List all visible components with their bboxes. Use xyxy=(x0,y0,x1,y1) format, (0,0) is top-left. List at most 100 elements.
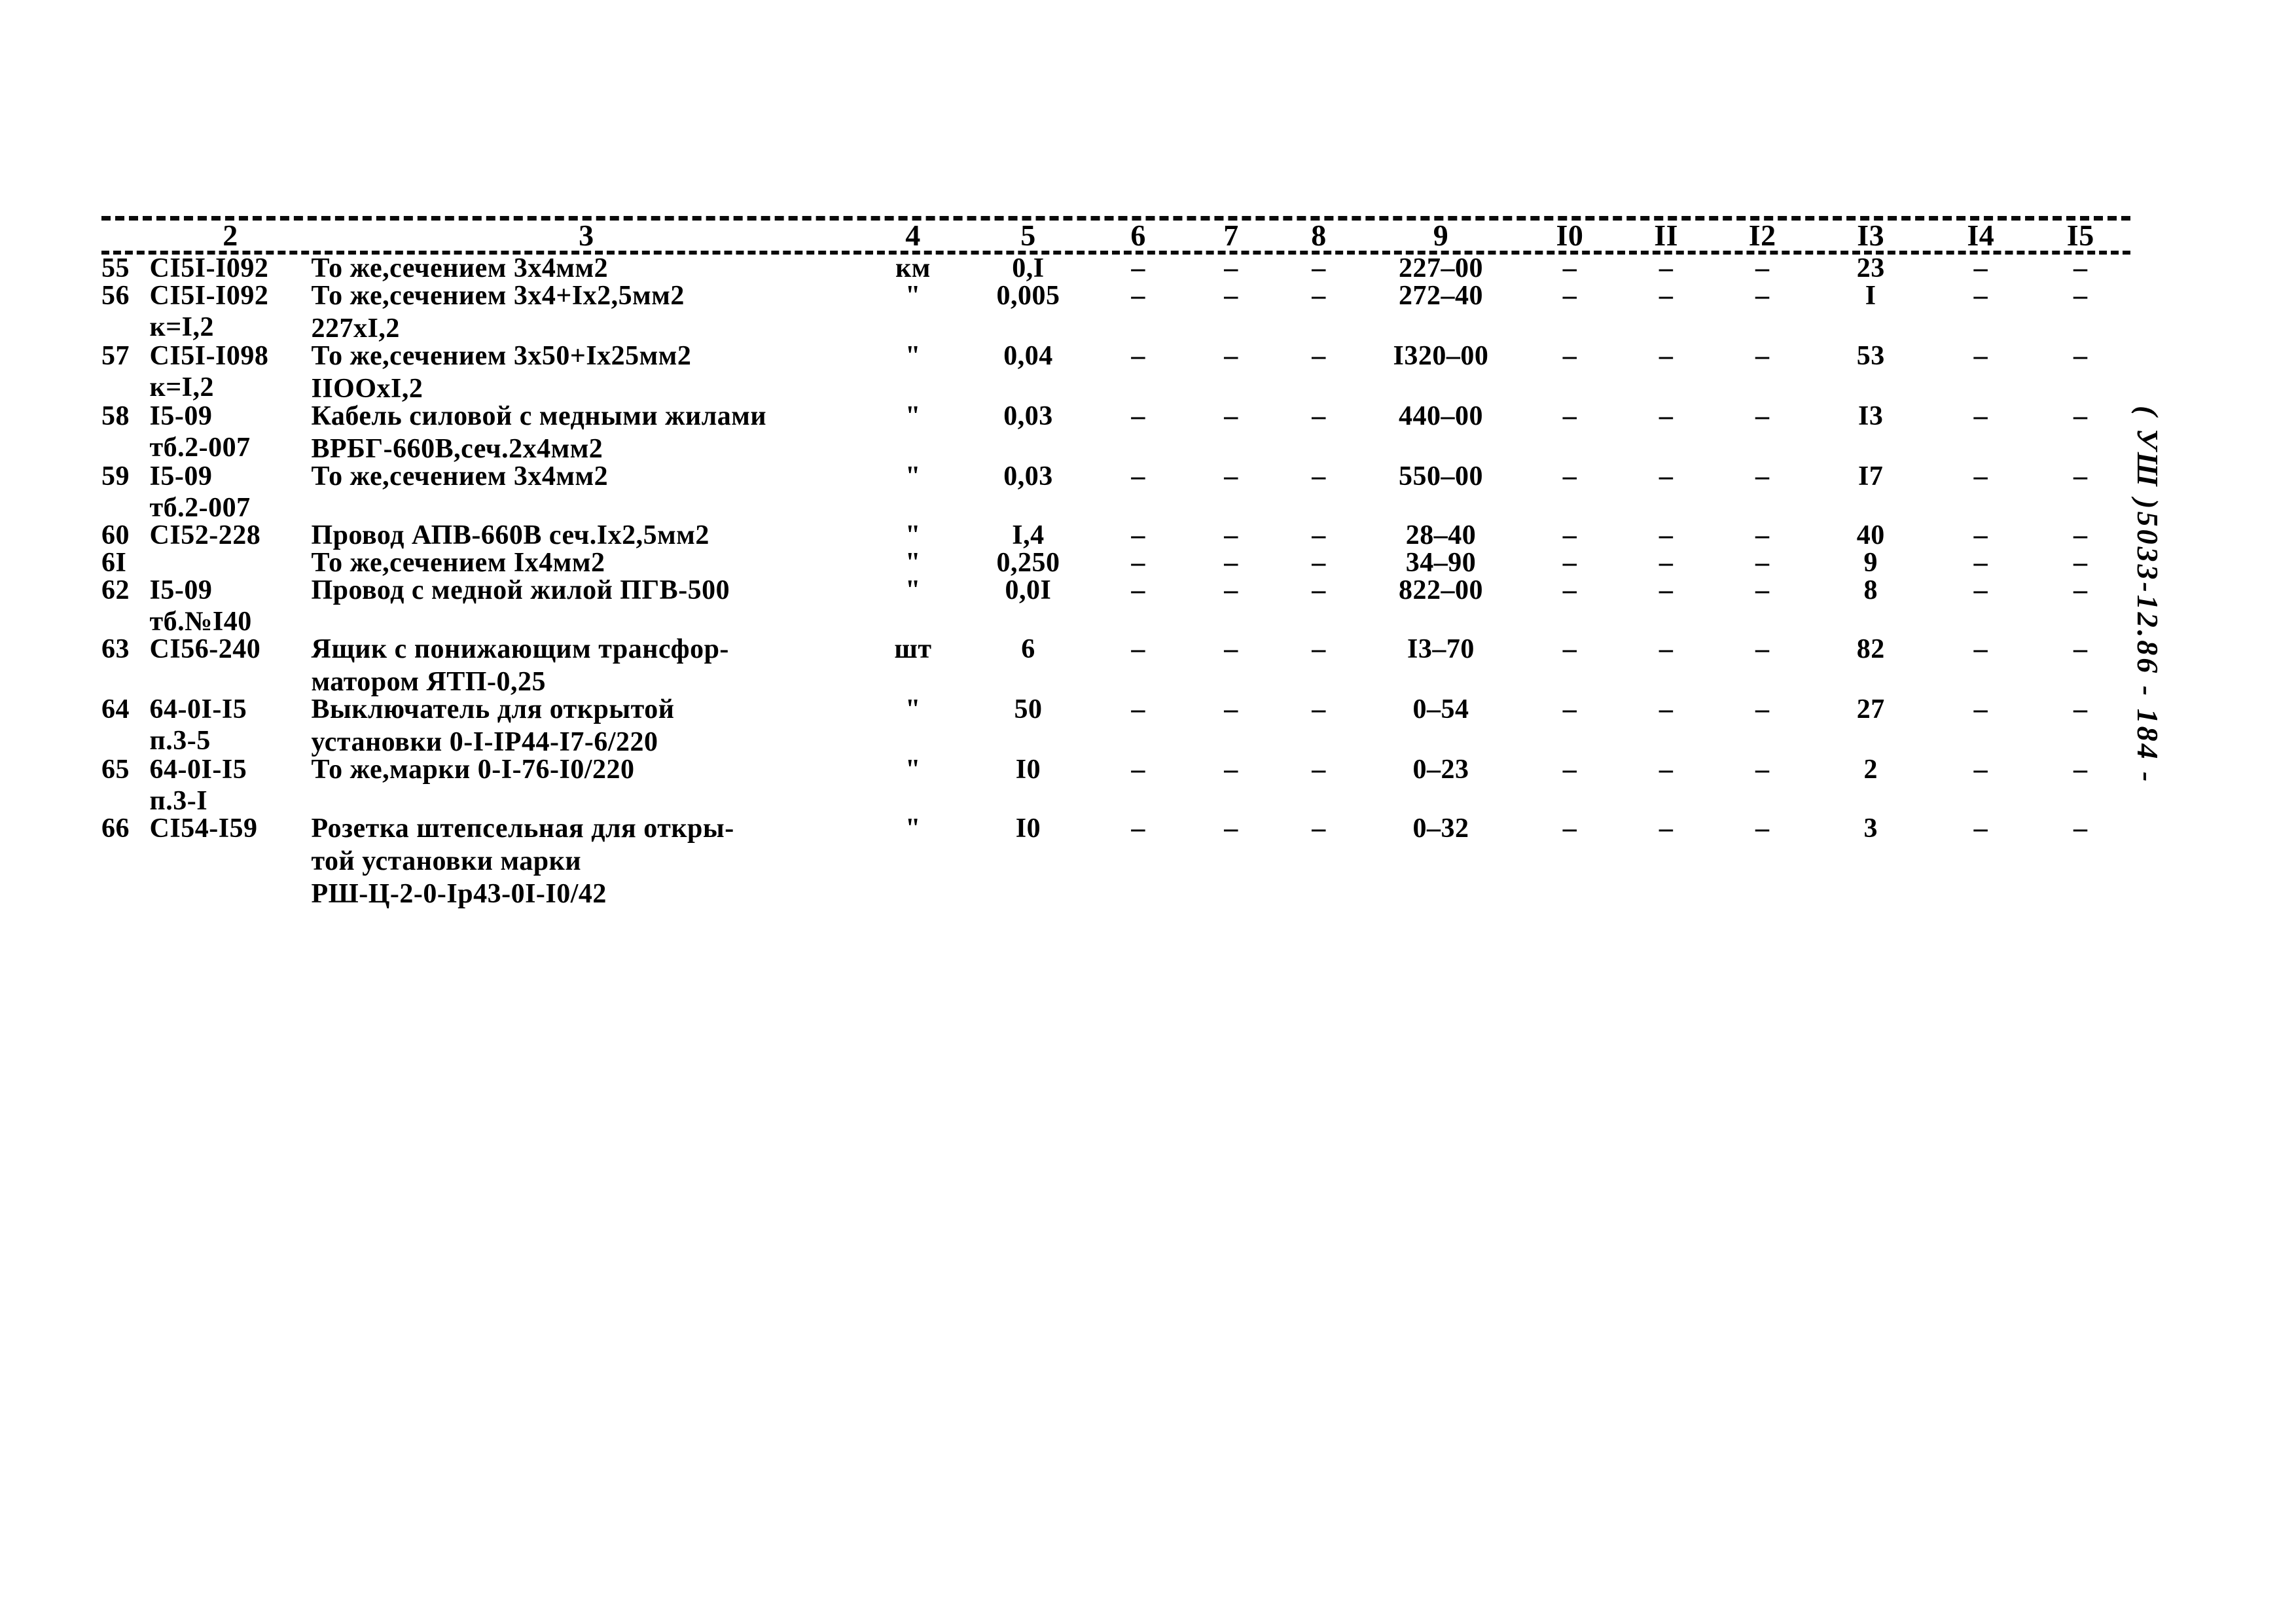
unit-of-measure: " xyxy=(905,281,921,311)
cell-col-12: – xyxy=(1755,341,1770,371)
cell-col-15: – xyxy=(2073,634,2088,664)
cell-col-11: – xyxy=(1659,281,1674,311)
cell-col-10: – xyxy=(1562,401,1577,431)
cell-col-15: – xyxy=(2073,694,2088,724)
cell-col-12: – xyxy=(1755,548,1770,578)
unit-of-measure: км xyxy=(895,253,931,283)
cell-col-6: – xyxy=(1131,548,1145,578)
material-code: СI5I-I092 xyxy=(149,253,269,283)
cell-col-5: 0,250 xyxy=(996,548,1060,578)
material-name: То же,сечением 3х4мм2 xyxy=(311,253,609,283)
cell-col-8: – xyxy=(1312,520,1326,550)
unit-of-measure: " xyxy=(905,520,921,550)
material-name: То же,сечением 3х4+Iх2,5мм2 227хI,2 xyxy=(311,281,685,344)
cell-col-15: – xyxy=(2073,755,2088,785)
cell-col-5: 0,03 xyxy=(1003,401,1053,431)
cell-col-9: 440–00 xyxy=(1398,401,1483,431)
cell-col-12: – xyxy=(1755,575,1770,605)
cell-col-13: 82 xyxy=(1856,634,1885,664)
cell-col-9: 227–00 xyxy=(1398,253,1483,283)
cell-col-9: 0–23 xyxy=(1412,755,1469,785)
cell-col-8: – xyxy=(1312,634,1326,664)
cell-col-7: – xyxy=(1224,634,1238,664)
material-name: То же,сечением 3х50+Iх25мм2 IIООхI,2 xyxy=(311,341,692,404)
cell-col-12: – xyxy=(1755,694,1770,724)
cell-col-13: 3 xyxy=(1863,813,1878,844)
cell-col-15: – xyxy=(2073,520,2088,550)
header-col-9: 9 xyxy=(1433,219,1449,252)
unit-of-measure: " xyxy=(905,694,921,724)
cell-col-15: – xyxy=(2073,813,2088,844)
header-col-3: 3 xyxy=(579,219,594,252)
cell-col-7: – xyxy=(1224,281,1238,311)
cell-col-10: – xyxy=(1562,341,1577,371)
cell-col-11: – xyxy=(1659,813,1674,844)
cell-col-14: – xyxy=(1973,281,1988,311)
cell-col-11: – xyxy=(1659,575,1674,605)
cell-col-11: – xyxy=(1659,461,1674,491)
row-number: 64 xyxy=(101,696,130,724)
cell-col-6: – xyxy=(1131,755,1145,785)
cost-table: 2 3 4 5 6 7 8 9 I0 II I2 I3 I4 I5 55 СI5… xyxy=(101,216,2130,908)
cell-col-5: 0,03 xyxy=(1003,461,1053,491)
header-col-7: 7 xyxy=(1223,219,1239,252)
side-annotation: ( УШ )5033-12.86 - 184 - xyxy=(2130,406,2165,995)
cell-col-15: – xyxy=(2073,341,2088,371)
table-top-rule xyxy=(101,216,2130,221)
cell-col-8: – xyxy=(1312,575,1326,605)
cell-col-5: 50 xyxy=(1014,694,1043,724)
cell-col-6: – xyxy=(1131,520,1145,550)
material-code: I5-09 тб.2-007 xyxy=(149,401,251,463)
cell-col-14: – xyxy=(1973,755,1988,785)
unit-of-measure: " xyxy=(905,401,921,431)
cell-col-10: – xyxy=(1562,253,1577,283)
cell-col-7: – xyxy=(1224,575,1238,605)
material-code xyxy=(150,549,312,577)
cell-col-6: – xyxy=(1131,461,1145,491)
cell-col-8: – xyxy=(1312,253,1326,283)
cell-col-8: – xyxy=(1312,755,1326,785)
cell-col-11: – xyxy=(1659,341,1674,371)
cell-col-5: I,4 xyxy=(1012,520,1045,550)
cell-col-10: – xyxy=(1562,694,1577,724)
cell-col-5: 0,0I xyxy=(1005,575,1052,605)
cell-col-7: – xyxy=(1224,341,1238,371)
cell-col-6: – xyxy=(1131,694,1145,724)
cell-col-10: – xyxy=(1562,813,1577,844)
cell-col-10: – xyxy=(1562,520,1577,550)
header-col-14: I4 xyxy=(1967,219,1995,252)
header-col-8: 8 xyxy=(1311,219,1327,252)
material-name: Провод с медной жилой ПГВ-500 xyxy=(311,575,730,605)
cell-col-11: – xyxy=(1659,634,1674,664)
cell-col-13: 9 xyxy=(1863,548,1878,578)
table-row: 63 СI56-240 Ящик с понижающим трансфор-мат… xyxy=(101,635,2130,696)
cell-col-7: – xyxy=(1224,461,1238,491)
table-row: 65 64-0I-I5 п.3-I То же,марки 0-I-76-I0/220… xyxy=(101,756,2130,815)
material-code: 64-0I-I5 п.3-I xyxy=(149,755,247,816)
cell-col-6: – xyxy=(1131,634,1145,664)
cell-col-11: – xyxy=(1659,694,1674,724)
unit-of-measure: " xyxy=(905,461,921,491)
header-col-15: I5 xyxy=(2066,219,2094,252)
cell-col-7: – xyxy=(1224,813,1238,844)
material-code: СI5I-I098 к=I,2 xyxy=(149,341,269,402)
table-row: 57 СI5I-I098 к=I,2 То же,сечением 3х50+Iх25… xyxy=(101,342,2130,402)
material-name: То же,сечением Iх4мм2 xyxy=(311,548,605,578)
cell-col-7: – xyxy=(1224,520,1238,550)
cell-col-12: – xyxy=(1755,755,1770,785)
cell-col-8: – xyxy=(1312,461,1326,491)
table-row: 56 СI5I-I092 к=I,2 То же,сечением 3х4+Iх2,5… xyxy=(101,282,2130,342)
cell-col-9: 34–90 xyxy=(1405,548,1477,578)
cell-col-9: 550–00 xyxy=(1398,461,1483,491)
cell-col-13: 2 xyxy=(1863,755,1878,785)
cell-col-15: – xyxy=(2073,461,2088,491)
column-header-row: 2 3 4 5 6 7 8 9 I0 II I2 I3 I4 I5 xyxy=(101,221,2130,251)
cell-col-7: – xyxy=(1224,755,1238,785)
cell-col-10: – xyxy=(1562,548,1577,578)
cell-col-11: – xyxy=(1659,253,1674,283)
cell-col-9: I3–70 xyxy=(1407,634,1475,664)
cell-col-10: – xyxy=(1562,755,1577,785)
cell-col-10: – xyxy=(1562,461,1577,491)
unit-of-measure: " xyxy=(905,575,921,605)
row-number: 63 xyxy=(101,635,130,664)
